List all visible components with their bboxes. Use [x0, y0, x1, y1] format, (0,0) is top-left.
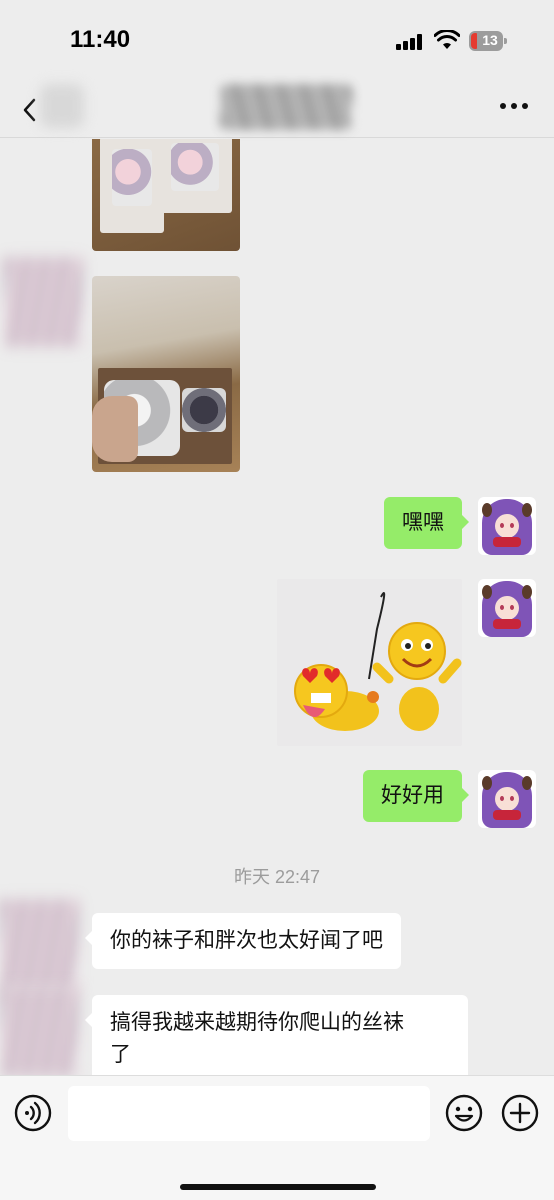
- voice-icon[interactable]: [14, 1094, 52, 1132]
- ellipsis-icon[interactable]: [500, 103, 528, 111]
- blurred-unread-count: [40, 84, 84, 128]
- status-time: 11:40: [70, 26, 131, 53]
- input-bar: [0, 1075, 554, 1200]
- my-message-bubble[interactable]: 嘿嘿: [384, 497, 469, 549]
- status-bar: 11:40 13: [0, 0, 554, 84]
- message-list[interactable]: 嘿嘿 好好用 昨天 22:47 你的袜子和胖次也太好闻了吧 搞得我越来越期待你爬…: [0, 139, 554, 1075]
- wifi-icon: [434, 30, 460, 49]
- avatar[interactable]: [478, 770, 536, 828]
- emoji-icon[interactable]: [445, 1094, 483, 1132]
- battery-level: 13: [482, 32, 498, 48]
- blurred-avatar[interactable]: [4, 257, 82, 347]
- plus-icon[interactable]: [501, 1094, 539, 1132]
- my-message-bubble[interactable]: 好好用: [363, 770, 469, 822]
- home-indicator: [180, 1184, 376, 1190]
- cellular-signal-icon: [396, 34, 424, 50]
- image-message[interactable]: [92, 139, 240, 251]
- battery-icon: 13: [469, 31, 507, 51]
- their-message-bubble[interactable]: 搞得我越来越期待你爬山的丝袜 了: [85, 995, 468, 1075]
- message-timestamp: 昨天 22:47: [233, 867, 321, 887]
- blurred-avatar[interactable]: [0, 987, 78, 1075]
- emoji-sticker[interactable]: [277, 579, 462, 746]
- blurred-chat-title: [220, 84, 352, 130]
- avatar[interactable]: [478, 497, 536, 555]
- chevron-left-icon[interactable]: [20, 96, 40, 124]
- message-input[interactable]: [68, 1086, 430, 1141]
- chat-header: [0, 84, 554, 138]
- avatar[interactable]: [478, 579, 536, 637]
- their-message-bubble[interactable]: 你的袜子和胖次也太好闻了吧: [85, 913, 401, 969]
- image-message[interactable]: [92, 276, 240, 472]
- blurred-avatar[interactable]: [0, 899, 78, 989]
